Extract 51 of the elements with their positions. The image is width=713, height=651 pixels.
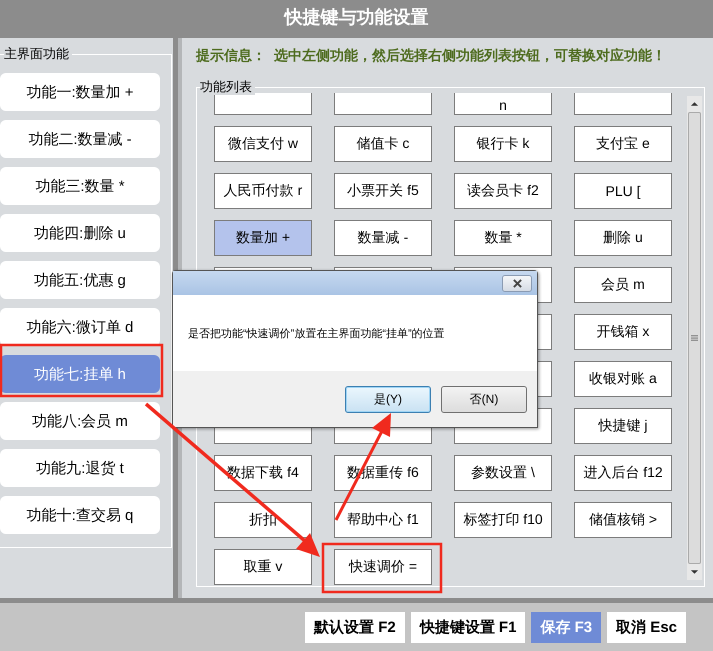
function-key-button[interactable]: 参数设置 \ — [454, 455, 552, 491]
function-key-button[interactable]: 储值核销 > — [574, 502, 672, 538]
footer-button[interactable]: 默认设置 F2 — [305, 612, 405, 642]
function-key-button[interactable]: 快捷键 j — [574, 408, 672, 444]
function-key-button[interactable]: 数量减 - — [334, 220, 432, 256]
scrollbar[interactable] — [687, 96, 702, 580]
hint-text: 选中左侧功能，然后选择右侧功能列表按钮，可替换对应功能！ — [274, 47, 666, 65]
close-button[interactable] — [502, 275, 532, 292]
function-key-button[interactable]: 数量加 + — [214, 220, 312, 256]
scroll-up-icon[interactable] — [690, 101, 699, 107]
function-key-button[interactable]: 取重 v — [214, 549, 312, 585]
function-key-button[interactable]: 人民币付款 r — [214, 173, 312, 209]
function-key-button[interactable]: 标签打印 f10 — [454, 502, 552, 538]
function-key-button[interactable]: 支付宝 e — [574, 126, 672, 162]
function-button[interactable]: 功能八:会员 m — [0, 402, 160, 440]
footer-button[interactable]: 快捷键设置 F1 — [410, 612, 526, 642]
function-key-button[interactable]: 进入后台 f12 — [574, 455, 672, 491]
window-title: 快捷键与功能设置 — [284, 6, 428, 29]
function-button[interactable]: 功能一:数量加 + — [0, 73, 160, 111]
function-key-button[interactable]: PLU [ — [574, 173, 672, 209]
function-key-button[interactable]: 帮助中心 f1 — [334, 502, 432, 538]
function-button[interactable]: 功能六:微订单 d — [0, 308, 160, 346]
function-key-button[interactable]: 收银对账 a — [574, 361, 672, 397]
function-key-button[interactable]: 开钱箱 x — [574, 314, 672, 350]
function-key-button[interactable]: 储值卡 c — [334, 126, 432, 162]
function-key-button[interactable]: 数量 * — [454, 220, 552, 256]
function-button[interactable]: 功能二:数量减 - — [0, 120, 160, 158]
function-key-button[interactable]: 会员 m — [574, 267, 672, 303]
function-button[interactable]: 功能九:退货 t — [0, 449, 160, 487]
scroll-thumb[interactable] — [688, 112, 701, 564]
function-key-button[interactable]: 删除 u — [574, 220, 672, 256]
function-button[interactable]: 功能三:数量 * — [0, 167, 160, 205]
function-key-button[interactable]: 快速调价 = — [334, 549, 432, 585]
dialog-button[interactable]: 是(Y) — [345, 386, 431, 412]
group-title: 主界面功能 — [4, 46, 72, 62]
function-button[interactable]: 功能四:删除 u — [0, 214, 160, 252]
grip-icon — [691, 335, 698, 341]
close-icon — [512, 279, 522, 288]
function-button[interactable]: 功能五:优惠 g — [0, 261, 160, 299]
dialog-message: 是否把功能“快速调价”放置在主界面功能“挂单”的位置 — [188, 326, 445, 340]
dialog-button[interactable]: 否(N) — [441, 386, 527, 412]
function-key-button[interactable]: 小票开关 f5 — [334, 173, 432, 209]
footer-button[interactable]: 取消 Esc — [607, 612, 686, 642]
function-key-button[interactable]: 微信支付 w — [214, 126, 312, 162]
hint-label: 提示信息： — [196, 47, 266, 65]
scroll-down-icon[interactable] — [690, 569, 699, 575]
function-button[interactable]: 功能十:查交易 q — [0, 496, 160, 534]
function-key-button[interactable]: 银行卡 k — [454, 126, 552, 162]
group-title: 功能列表 — [200, 79, 255, 95]
function-key-button[interactable]: 读会员卡 f2 — [454, 173, 552, 209]
function-key-button[interactable]: n — [454, 93, 552, 115]
